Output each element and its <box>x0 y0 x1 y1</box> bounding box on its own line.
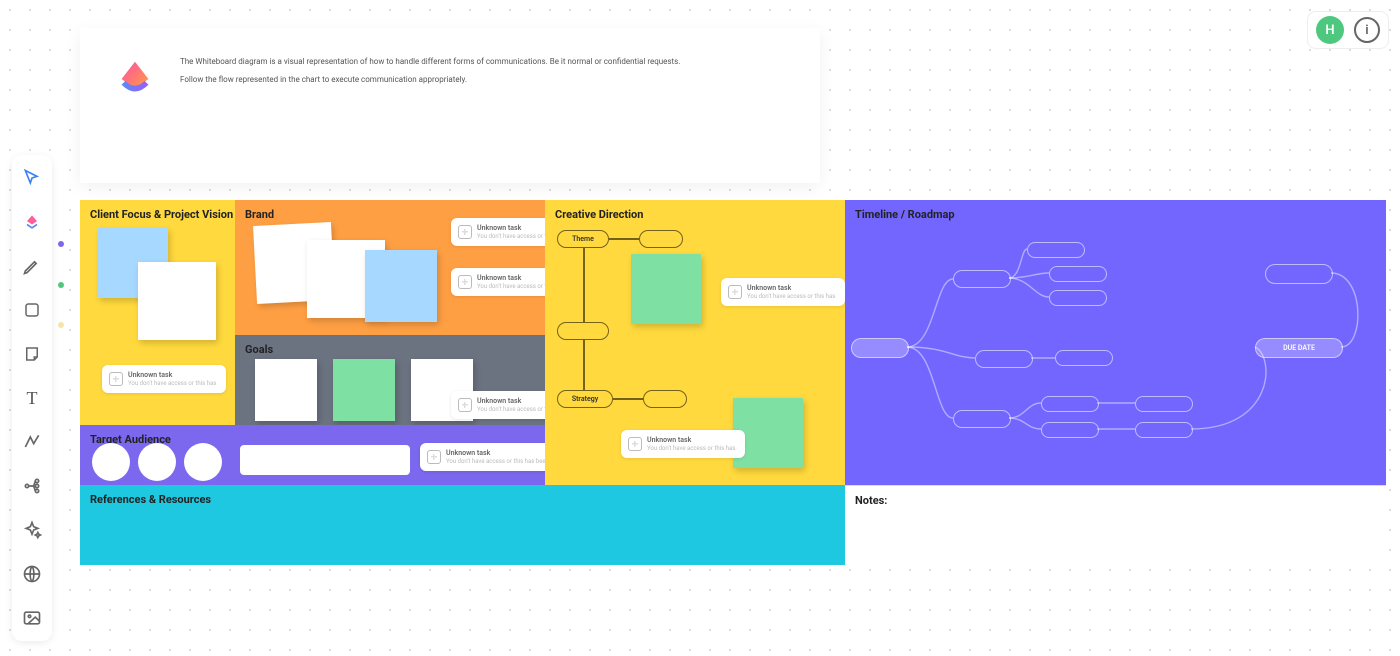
panel-title: Goals <box>245 343 273 356</box>
panel-title: Creative Direction <box>555 208 643 221</box>
color-dot-green <box>58 282 64 288</box>
panel-timeline[interactable]: Timeline / Roadmap DUE DATE <box>845 200 1386 485</box>
image-tool[interactable] <box>19 605 45 631</box>
panel-title: References & Resources <box>90 493 211 506</box>
flow-node[interactable] <box>557 322 609 340</box>
color-dot-yellow <box>58 322 64 328</box>
header-line-2: Follow the flow represented in the chart… <box>180 74 680 86</box>
topbar: H i <box>1308 12 1388 48</box>
audience-circle[interactable] <box>138 443 176 481</box>
clickup-tool[interactable] <box>19 209 45 235</box>
mindmap-tool[interactable] <box>19 473 45 499</box>
user-avatar[interactable]: H <box>1316 16 1344 44</box>
sticky-note[interactable] <box>138 262 216 340</box>
panel-creative-direction[interactable]: Creative Direction Theme Unknown task Yo… <box>545 200 845 485</box>
text-tool[interactable]: T <box>19 385 45 411</box>
flow-node[interactable] <box>643 390 687 408</box>
node-strategy[interactable]: Strategy <box>557 390 613 408</box>
panel-title: Brand <box>245 208 274 221</box>
panel-target-audience[interactable]: Target Audience Unknown task You don't h… <box>80 425 545 485</box>
connector-line <box>609 238 639 240</box>
header-line-1: The Whiteboard diagram is a visual repre… <box>180 56 680 68</box>
ai-tool[interactable] <box>19 517 45 543</box>
color-dot-purple <box>58 241 64 247</box>
node-theme[interactable]: Theme <box>557 230 609 248</box>
panel-brand[interactable]: Brand Unknown task You don't have access… <box>235 200 545 335</box>
connector-line <box>583 340 585 390</box>
task-card[interactable]: Unknown task You don't have access or th… <box>102 365 226 393</box>
sticky-note[interactable] <box>631 254 701 324</box>
embed-tool[interactable] <box>19 561 45 587</box>
clickup-logo-icon <box>112 56 158 102</box>
shape-tool[interactable] <box>19 297 45 323</box>
panel-goals[interactable]: Goals Unknown task You don't have access… <box>235 335 545 425</box>
sticky-note[interactable] <box>333 359 395 421</box>
left-toolbar: T <box>12 155 52 641</box>
panel-notes[interactable]: Notes: <box>845 485 1386 565</box>
info-icon[interactable]: i <box>1354 17 1380 43</box>
panel-client-focus[interactable]: Client Focus & Project Vision Unknown ta… <box>80 200 235 425</box>
task-card[interactable]: Unknown task You don't have access or th… <box>621 430 745 458</box>
flow-node[interactable] <box>639 230 683 248</box>
audience-field[interactable] <box>240 445 410 475</box>
connector-line <box>583 248 585 322</box>
panel-references[interactable]: References & Resources <box>80 485 845 565</box>
panel-title: Notes: <box>855 494 887 507</box>
pen-tool[interactable] <box>19 253 45 279</box>
connector-tool[interactable] <box>19 429 45 455</box>
sticky-note[interactable] <box>365 250 437 322</box>
sticky-note[interactable] <box>255 359 317 421</box>
audience-circle[interactable] <box>92 443 130 481</box>
select-tool[interactable] <box>19 165 45 191</box>
panel-title: Client Focus & Project Vision <box>90 208 233 221</box>
sticky-tool[interactable] <box>19 341 45 367</box>
task-card[interactable]: Unknown task You don't have access or th… <box>721 278 845 306</box>
header-text: The Whiteboard diagram is a visual repre… <box>180 56 680 163</box>
connector-line <box>613 398 643 400</box>
whiteboard[interactable]: Client Focus & Project Vision Unknown ta… <box>80 200 1386 570</box>
header-card[interactable]: The Whiteboard diagram is a visual repre… <box>80 28 820 183</box>
roadmap-connectors <box>845 200 1386 485</box>
audience-circle[interactable] <box>184 443 222 481</box>
